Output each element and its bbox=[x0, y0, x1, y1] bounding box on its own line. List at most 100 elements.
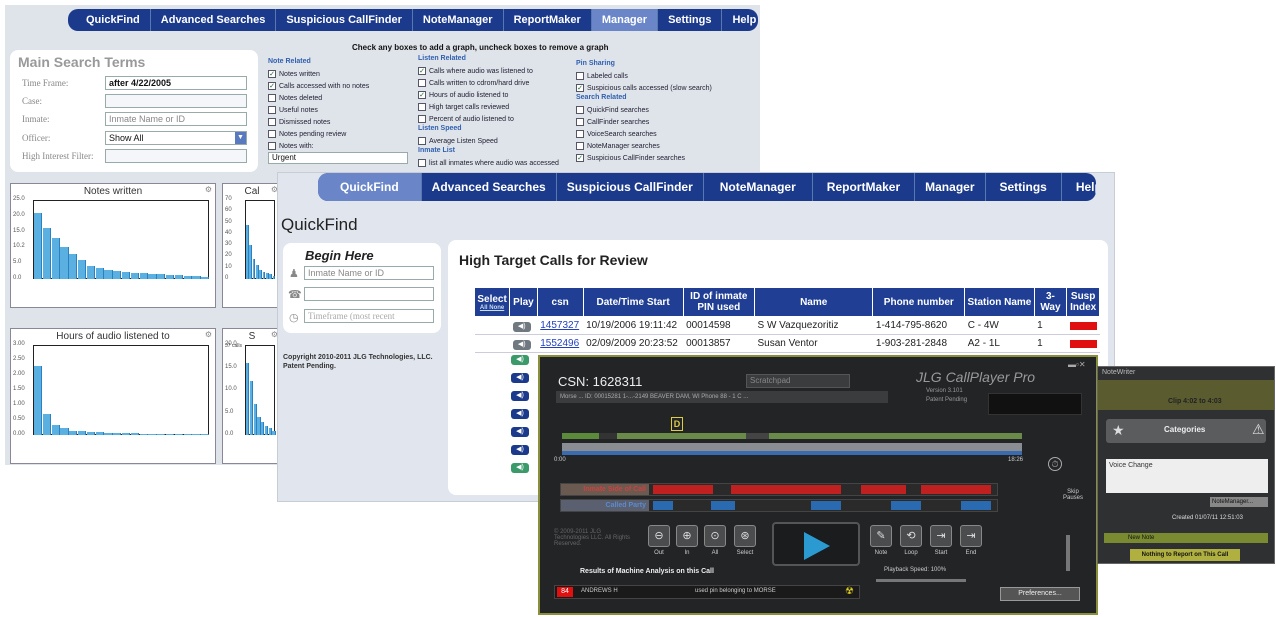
checkbox-icon[interactable] bbox=[418, 103, 426, 111]
play-big-button[interactable] bbox=[772, 522, 860, 566]
checkbox-icon[interactable] bbox=[576, 118, 584, 126]
nav-tab-advanced-searches[interactable]: Advanced Searches bbox=[151, 9, 277, 31]
qf-tab-quickfind[interactable]: QuickFind bbox=[318, 173, 422, 201]
note-related-checkbox[interactable]: Notes with: bbox=[268, 140, 413, 152]
note-icon[interactable]: ✎ bbox=[870, 525, 892, 547]
zoom-select-icon[interactable]: ⊛ bbox=[734, 525, 756, 547]
time-frame-field[interactable]: after 4/22/2005 bbox=[105, 76, 247, 90]
checkbox-icon[interactable]: ✓ bbox=[576, 154, 584, 162]
qf-tab-reportmaker[interactable]: ReportMaker bbox=[813, 173, 916, 201]
checkbox-icon[interactable] bbox=[576, 130, 584, 138]
col-datetime[interactable]: Date/Time Start bbox=[582, 287, 684, 317]
notes-with-select[interactable]: Urgent bbox=[268, 152, 408, 164]
checkbox-icon[interactable] bbox=[418, 137, 426, 145]
play-button[interactable]: ◀) bbox=[511, 427, 529, 437]
checkbox-icon[interactable]: ✓ bbox=[418, 67, 426, 75]
note-text-area[interactable]: Voice Change bbox=[1106, 459, 1268, 493]
checkbox-icon[interactable] bbox=[418, 79, 426, 87]
play-button[interactable]: ◀) bbox=[511, 355, 529, 365]
checkbox-icon[interactable] bbox=[268, 142, 276, 150]
col-3way[interactable]: 3-Way bbox=[1033, 287, 1068, 317]
scratchpad-field[interactable]: Scratchpad bbox=[746, 374, 850, 388]
checkbox-icon[interactable] bbox=[576, 142, 584, 150]
play-button[interactable]: ◀) bbox=[511, 445, 529, 455]
col-pin[interactable]: ID of inmate PIN used bbox=[682, 287, 756, 317]
col-station[interactable]: Station Name bbox=[964, 287, 1035, 317]
new-note-bar[interactable]: New Note bbox=[1104, 533, 1268, 543]
col-csn[interactable]: csn bbox=[536, 287, 584, 317]
gear-icon[interactable]: ⚙ bbox=[205, 185, 212, 194]
search-related-checkbox[interactable]: NoteManager searches bbox=[576, 140, 756, 152]
col-susp-index[interactable]: Susp Index bbox=[1066, 287, 1100, 317]
note-related-checkbox[interactable]: Dismissed notes bbox=[268, 116, 413, 128]
zoom-out-icon[interactable]: ⊖ bbox=[648, 525, 670, 547]
play-button[interactable]: ◀) bbox=[511, 409, 529, 419]
qf-tab-settings[interactable]: Settings bbox=[986, 173, 1062, 201]
play-button[interactable]: ◀) bbox=[511, 391, 529, 401]
checkbox-icon[interactable]: ✓ bbox=[268, 82, 276, 90]
listen-related-checkbox[interactable]: Percent of audio listened to bbox=[418, 113, 570, 125]
note-manager-select[interactable]: NoteManager... bbox=[1210, 497, 1268, 507]
timeline-top[interactable] bbox=[562, 433, 1022, 439]
high-interest-field[interactable] bbox=[105, 149, 247, 163]
nav-tab-settings[interactable]: Settings bbox=[658, 9, 723, 31]
table-row[interactable]: ◀) 1552496 02/09/2009 20:23:52 00013857 … bbox=[474, 334, 1100, 353]
row-select[interactable] bbox=[474, 334, 510, 353]
checkbox-icon[interactable] bbox=[268, 118, 276, 126]
listen-related-checkbox[interactable]: High target calls reviewed bbox=[418, 101, 570, 113]
nav-tab-manager[interactable]: Manager bbox=[591, 9, 659, 31]
col-name[interactable]: Name bbox=[754, 287, 874, 317]
listen-related-checkbox[interactable]: ✓ Calls where audio was listened to bbox=[418, 65, 570, 77]
row-csn[interactable]: 1457327 bbox=[537, 316, 584, 335]
note-related-checkbox[interactable]: Notes deleted bbox=[268, 92, 413, 104]
nav-tab-notemanager[interactable]: NoteManager bbox=[413, 9, 504, 31]
zoom-all-icon[interactable]: ⊙ bbox=[704, 525, 726, 547]
categories-bar[interactable]: ★ Categories ⚠ bbox=[1106, 419, 1266, 443]
play-button[interactable]: ◀) bbox=[511, 373, 529, 383]
search-related-checkbox[interactable]: QuickFind searches bbox=[576, 104, 756, 116]
checkbox-icon[interactable] bbox=[576, 106, 584, 114]
pin-sharing-checkbox[interactable]: Labeled calls bbox=[576, 70, 756, 82]
checkbox-icon[interactable] bbox=[418, 159, 426, 167]
qf-tab-help[interactable]: Help bbox=[1062, 173, 1096, 201]
case-field[interactable] bbox=[105, 94, 247, 108]
zoom-in-icon[interactable]: ⊕ bbox=[676, 525, 698, 547]
end-icon[interactable]: ⇥ bbox=[960, 525, 982, 547]
listen-related-checkbox[interactable]: Calls written to cdrom/hard drive bbox=[418, 77, 570, 89]
volume-slider[interactable] bbox=[1066, 535, 1070, 571]
nav-tab-quickfind[interactable]: QuickFind bbox=[68, 9, 151, 31]
checkbox-icon[interactable] bbox=[268, 106, 276, 114]
checkbox-icon[interactable] bbox=[418, 115, 426, 123]
row-csn[interactable]: 1552496 bbox=[537, 334, 584, 353]
gear-icon[interactable]: ⚙ bbox=[205, 330, 212, 339]
track-called[interactable]: Called Party bbox=[560, 499, 998, 512]
window-controls[interactable]: ▬▫✕ bbox=[1068, 360, 1086, 369]
timeline-bar[interactable] bbox=[562, 443, 1022, 451]
play-button[interactable]: ◀) bbox=[509, 316, 538, 335]
officer-select[interactable]: Show All bbox=[105, 131, 247, 145]
timeframe-input[interactable]: Timeframe (most recent bbox=[304, 309, 434, 323]
qf-tab-advanced-searches[interactable]: Advanced Searches bbox=[422, 173, 557, 201]
checkbox-icon[interactable] bbox=[576, 72, 584, 80]
search-related-checkbox[interactable]: ✓ Suspicious CallFinder searches bbox=[576, 152, 756, 164]
checkbox-icon[interactable] bbox=[268, 130, 276, 138]
search-related-checkbox[interactable]: VoiceSearch searches bbox=[576, 128, 756, 140]
inmate-field[interactable]: Inmate Name or ID bbox=[105, 112, 247, 126]
row-select[interactable] bbox=[474, 316, 510, 335]
col-play[interactable]: Play bbox=[509, 287, 538, 317]
search-related-checkbox[interactable]: CallFinder searches bbox=[576, 116, 756, 128]
track-inmate[interactable]: Inmate Side of Call bbox=[560, 483, 998, 496]
col-phone[interactable]: Phone number bbox=[872, 287, 966, 317]
loop-icon[interactable]: ⟲ bbox=[900, 525, 922, 547]
start-icon[interactable]: ⇥ bbox=[930, 525, 952, 547]
checkbox-icon[interactable]: ✓ bbox=[418, 91, 426, 99]
marker-d-icon[interactable]: D bbox=[671, 417, 683, 431]
skip-pauses-label[interactable]: Skip Pauses bbox=[1058, 489, 1088, 501]
note-related-checkbox[interactable]: Notes pending review bbox=[268, 128, 413, 140]
qf-tab-manager[interactable]: Manager bbox=[915, 173, 986, 201]
table-row[interactable]: ◀) 1457327 10/19/2006 19:11:42 00014598 … bbox=[474, 316, 1100, 335]
note-related-checkbox[interactable]: ✓ Notes written bbox=[268, 68, 413, 80]
phone-search-input[interactable] bbox=[304, 287, 434, 301]
timer-icon[interactable]: ⏱ bbox=[1048, 457, 1062, 471]
note-related-checkbox[interactable]: Useful notes bbox=[268, 104, 413, 116]
